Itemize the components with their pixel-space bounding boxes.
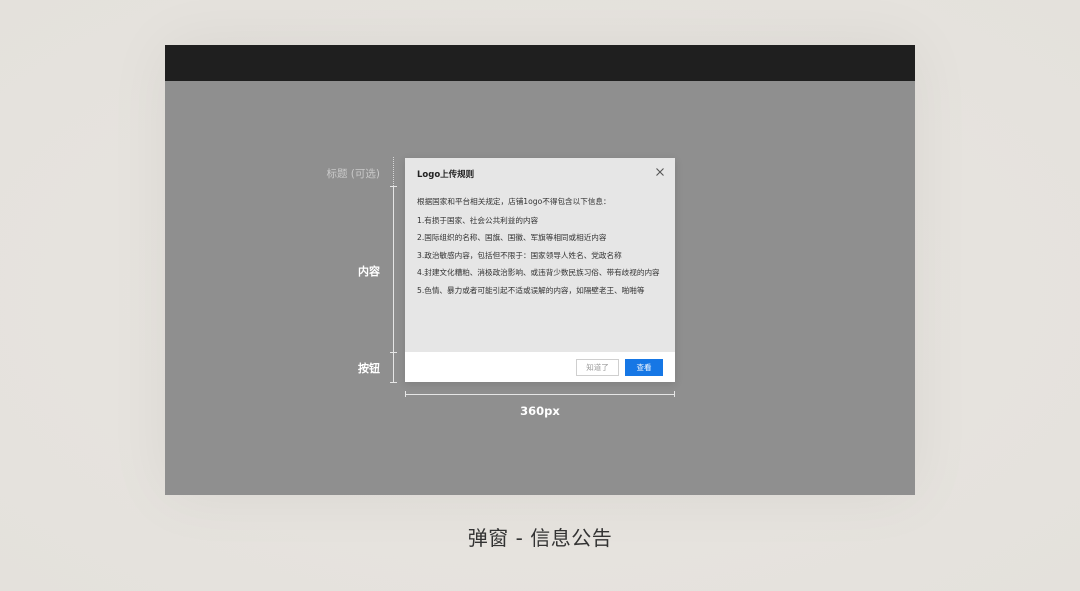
annotation-tick (674, 391, 675, 397)
dialog-rule-item: 1.有损于国家、社会公共利益的内容 (417, 215, 539, 225)
annotation-tick (390, 186, 397, 187)
dialog-header: Logo上传规则 (405, 158, 675, 188)
dismiss-button[interactable]: 知道了 (576, 359, 619, 376)
view-button[interactable]: 查看 (625, 359, 663, 376)
dialog-footer: 知道了 查看 (405, 352, 675, 382)
dialog-rule-item: 3.政治敏感内容，包括但不限于：国家领导人姓名、党政名称 (417, 250, 622, 260)
dialog-rule-item: 5.色情、暴力或者可能引起不适或误解的内容，如隔壁老王、啪啪等 (417, 285, 645, 295)
close-icon[interactable] (653, 165, 667, 179)
annotation-title-bracket (393, 157, 394, 186)
info-dialog: Logo上传规则 根据国家和平台相关规定，店铺1ogo不得包含以下信息： 1.有… (405, 158, 675, 382)
annotation-title-label: 标题 (可选) (326, 168, 380, 180)
annotation-tick (390, 382, 397, 383)
annotation-width-label: 360px (520, 404, 560, 418)
screen-mockup: 标题 (可选) 内容 按钮 360px Logo上传规则 根据国家和平台相关规定… (165, 45, 915, 495)
annotation-button-label: 按钮 (358, 362, 380, 375)
annotation-content-label: 内容 (358, 265, 380, 278)
dialog-rule-item: 2.国际组织的名称、国旗、国徽、军旗等相同或相近内容 (417, 233, 607, 242)
dialog-title: Logo上传规则 (417, 170, 475, 180)
page: 标题 (可选) 内容 按钮 360px Logo上传规则 根据国家和平台相关规定… (0, 0, 1080, 591)
page-caption: 弹窗 - 信息公告 (467, 526, 613, 550)
dialog-intro: 根据国家和平台相关规定，店铺1ogo不得包含以下信息： (417, 197, 611, 206)
annotation-tick (390, 352, 397, 353)
dialog-body: 根据国家和平台相关规定，店铺1ogo不得包含以下信息： 1.有损于国家、社会公共… (417, 196, 665, 302)
annotation-width-line (405, 394, 675, 395)
app-topbar (165, 45, 915, 81)
annotation-tick (405, 391, 406, 397)
dialog-rule-item: 4.封建文化糟粕、消极政治影响、或违背少数民族习俗、带有歧视的内容 (417, 268, 660, 277)
